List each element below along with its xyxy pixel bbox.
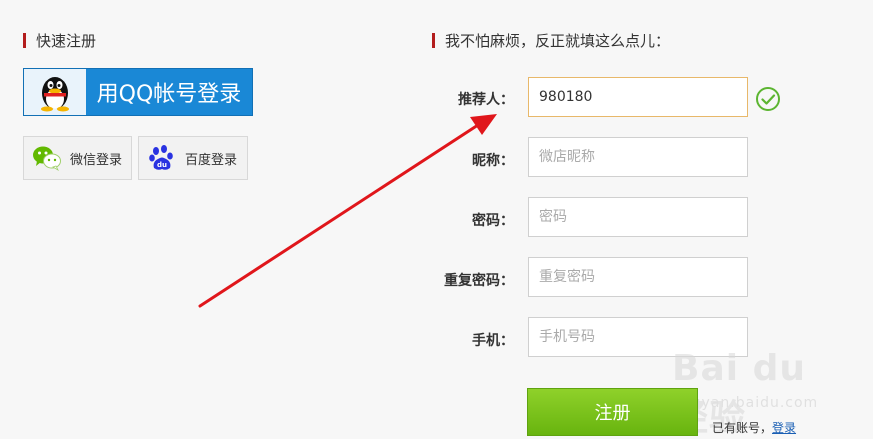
detailed-register-title-text: 我不怕麻烦，反正就填这么点儿：: [445, 32, 671, 50]
have-account-text: 已有账号，登录: [712, 419, 796, 436]
phone-input[interactable]: [528, 317, 748, 357]
baidu-login-label: 百度登录: [185, 152, 238, 168]
password-label: 密码：: [472, 213, 514, 229]
detailed-register-title: 我不怕麻烦，反正就填这么点儿：: [432, 30, 670, 51]
wechat-login-button[interactable]: 微信登录: [23, 136, 132, 180]
referrer-label: 推荐人：: [458, 92, 514, 108]
phone-label: 手机：: [472, 333, 514, 349]
qq-penguin-icon: [24, 69, 86, 115]
password-input[interactable]: [528, 197, 748, 237]
check-circle-icon: [755, 86, 781, 116]
confirm-password-input[interactable]: [528, 257, 748, 297]
svg-text:du: du: [157, 161, 167, 169]
nickname-input[interactable]: [528, 137, 748, 177]
quick-register-title-text: 快速注册: [36, 32, 97, 50]
login-link[interactable]: 登录: [772, 421, 796, 435]
qq-login-button[interactable]: 用QQ帐号登录: [23, 68, 253, 116]
have-account-label: 已有账号，: [712, 421, 773, 435]
confirm-password-label: 重复密码：: [444, 273, 514, 289]
baidu-login-button[interactable]: du 百度登录: [138, 136, 248, 180]
referrer-input[interactable]: [528, 77, 748, 117]
wechat-login-label: 微信登录: [70, 152, 123, 168]
baidu-paw-icon: du: [147, 143, 177, 173]
quick-register-title: 快速注册: [23, 30, 96, 51]
title-accent-bar: [432, 33, 435, 48]
title-accent-bar: [23, 33, 26, 48]
wechat-icon: [32, 143, 62, 173]
nickname-label: 昵称：: [472, 153, 514, 169]
register-button[interactable]: 注册: [527, 388, 698, 436]
qq-login-label: 用QQ帐号登录: [96, 82, 242, 107]
